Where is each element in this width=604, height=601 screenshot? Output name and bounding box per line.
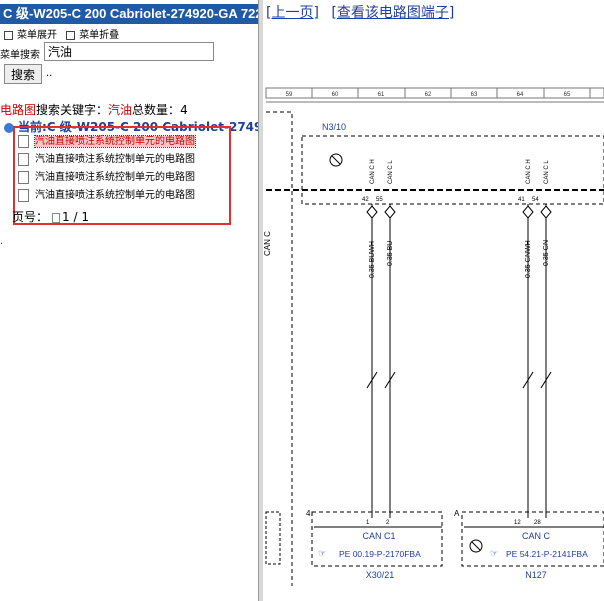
wiring-diagram: 59 60 61 62 63 64 65 CAN C N3/10 CAN C H… (263, 87, 604, 586)
prev-page-link[interactable]: [上一页] (266, 5, 319, 21)
search-result-summary: 电路图搜索关键字：汽油总数量：4 (0, 101, 188, 118)
connector-label: CAN C (522, 531, 551, 541)
ruler-label: 65 (564, 92, 571, 98)
pin-number: 41 (518, 197, 525, 203)
ruler-label: 63 (471, 92, 478, 98)
pin-number: 55 (376, 197, 383, 203)
connector-pin: 1 (366, 520, 370, 526)
page-value: 1 / 1 (62, 210, 89, 224)
expand-menu-button[interactable]: 菜单展开 (4, 30, 57, 41)
section-marker: 4 (306, 509, 311, 518)
connector-ref: PE 00.19-P-2170FBA (339, 549, 421, 559)
collapse-menu-button[interactable]: 菜单折叠 (66, 30, 119, 41)
pin-label: CAN C H (526, 159, 532, 184)
wire-label: 0.35 GN (543, 240, 550, 266)
ruler-label: 59 (286, 92, 293, 98)
result-keyword: 汽油 (108, 103, 133, 117)
top-nav: [上一页] [查看该电路图端子] (266, 2, 462, 22)
splice-markers (366, 205, 552, 219)
left-dot: . (0, 236, 4, 247)
search-input[interactable] (44, 42, 214, 61)
left-panel: C 级-W205-C 200 Cabriolet-274920-GA 7229 … (0, 0, 258, 601)
document-icon (18, 170, 29, 184)
pin-label: CAN C H (370, 159, 376, 184)
result-category: 电路图 (0, 103, 37, 117)
diagram-ruler (265, 87, 604, 99)
connector-name: N127 (525, 570, 547, 580)
connector-pin: 28 (534, 520, 541, 526)
connector-name: X30/21 (366, 570, 395, 580)
list-item[interactable]: 汽油直接喷注系统控制单元的电路图 (18, 152, 195, 168)
connector-ref: PE 54.21-P-2141FBA (506, 549, 588, 559)
pin-number: 42 (362, 197, 369, 203)
left-module-label: CAN C (263, 231, 272, 256)
result-count: 4 (180, 103, 188, 117)
wire-label: 0.35 BU (387, 241, 394, 266)
document-icon (18, 188, 29, 202)
left-connector-stub (265, 511, 281, 565)
n3-module-box (301, 135, 604, 205)
result-count-label: 总数量： (132, 103, 181, 117)
search-button[interactable]: 搜索 (4, 64, 42, 84)
hand-icon: ☞ (490, 548, 498, 558)
ruler-label: 64 (517, 92, 524, 98)
list-item[interactable]: 汽油直接喷注系统控制单元的电路图 (18, 134, 196, 150)
list-item[interactable]: 汽油直接喷注系统控制单元的电路图 (18, 170, 195, 186)
menu-toggles: 菜单展开 菜单折叠 (4, 26, 125, 41)
pager: 页号： 1 / 1 (12, 210, 89, 224)
square-icon (4, 30, 13, 40)
square-icon (66, 30, 76, 40)
ruler-ticks (311, 88, 591, 98)
document-icon (18, 152, 29, 166)
model-title: C 级-W205-C 200 Cabriolet-274920-GA 7229 (0, 4, 258, 24)
list-item[interactable]: 汽油直接喷注系统控制单元的电路图 (18, 188, 195, 204)
wire-group (366, 204, 552, 518)
ruler-label: 61 (378, 92, 385, 98)
left-module-outline (266, 111, 293, 586)
hand-icon: ☞ (318, 548, 326, 558)
view-terminal-link[interactable]: [查看该电路图端子] (331, 5, 454, 21)
pin-label: CAN C L (388, 160, 394, 184)
pin-number: 54 (532, 197, 539, 203)
section-marker: A (454, 509, 460, 518)
connector-label: CAN C1 (362, 531, 395, 541)
dots: .. (46, 68, 53, 79)
search-label: 菜单搜索 (0, 50, 40, 61)
ruler-label: 60 (332, 92, 339, 98)
component-label-n3: N3/10 (322, 122, 346, 132)
connector-pin: 12 (514, 520, 521, 526)
page-box-icon (52, 212, 61, 223)
result-keyword-label: 搜索关键字： (36, 103, 109, 117)
pin-label: CAN C L (544, 160, 550, 184)
ruler-label: 62 (425, 92, 432, 98)
connector-pin: 2 (386, 520, 390, 526)
wire-label: 0.35 BUWH (369, 241, 376, 278)
document-icon (18, 134, 29, 148)
wire-label: 0.35 GNWH (525, 240, 532, 278)
